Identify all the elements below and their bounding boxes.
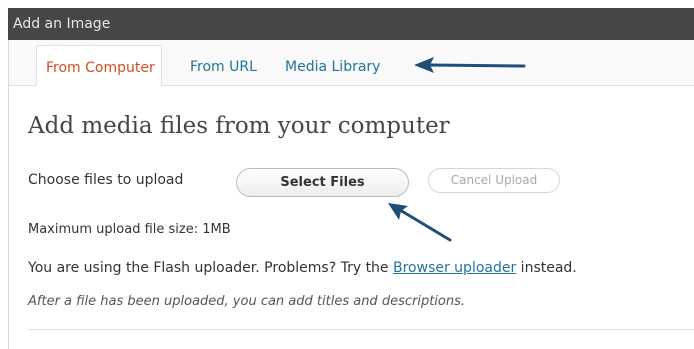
flash-uploader-notice: You are using the Flash uploader. Proble… <box>28 258 577 278</box>
flash-notice-suffix: instead. <box>516 260 577 276</box>
left-arrow-annotation-icon <box>414 57 526 73</box>
after-upload-hint: After a file has been uploaded, you can … <box>28 294 466 309</box>
choose-files-label: Choose files to upload <box>28 172 184 188</box>
max-upload-size: Maximum upload file size: 1MB <box>28 222 231 237</box>
tab-from-computer[interactable]: From Computer <box>36 45 162 86</box>
up-left-arrow-annotation-icon <box>388 203 452 242</box>
select-files-button[interactable]: Select Files <box>236 168 409 197</box>
tab-media-library[interactable]: Media Library <box>285 45 380 86</box>
flash-notice-prefix: You are using the Flash uploader. Proble… <box>28 260 393 276</box>
tab-from-url[interactable]: From URL <box>190 45 257 86</box>
dialog-title-bar: Add an Image <box>8 8 694 40</box>
page-title: Add media files from your computer <box>28 113 450 139</box>
window-edge <box>0 0 8 349</box>
cancel-upload-button: Cancel Upload <box>428 168 560 193</box>
tab-bar: From Computer From URL Media Library <box>9 40 694 86</box>
browser-uploader-link[interactable]: Browser uploader <box>393 260 516 276</box>
dialog-title: Add an Image <box>13 16 111 32</box>
section-divider <box>28 329 694 330</box>
